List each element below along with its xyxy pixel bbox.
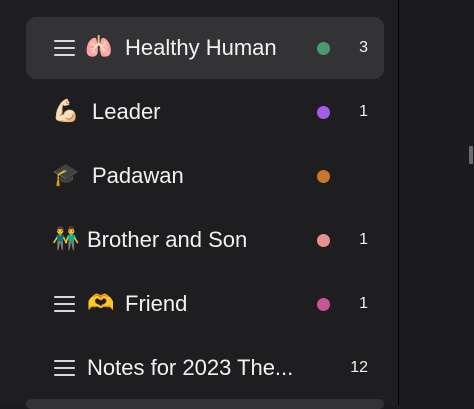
sidebar-item-friend[interactable]: 🫶 Friend 1 — [26, 273, 384, 335]
lungs-icon: 🫁 — [85, 35, 113, 60]
item-count: 3 — [359, 39, 368, 56]
resize-handle[interactable] — [469, 146, 473, 164]
item-count: 1 — [359, 295, 368, 312]
family-icon: 👬 — [52, 227, 80, 252]
next-item-partial[interactable] — [26, 399, 384, 409]
sidebar: 🫁 Healthy Human 3 💪🏻 Leader 1 🎓 Padawan … — [0, 0, 398, 409]
sidebar-item-label: Leader — [92, 99, 161, 124]
sidebar-item-label: Friend — [125, 291, 188, 316]
sidebar-item-healthy-human[interactable]: 🫁 Healthy Human 3 — [26, 17, 384, 79]
flexed-biceps-icon: 💪🏻 — [52, 99, 80, 124]
item-count: 1 — [359, 231, 368, 248]
color-dot — [317, 234, 330, 247]
color-dot — [317, 298, 330, 311]
sidebar-item-label: Brother and Son — [87, 227, 248, 252]
sidebar-item-notes-2023[interactable]: Notes for 2023 The... 12 — [26, 337, 384, 399]
sidebar-item-label: Healthy Human — [125, 35, 277, 60]
menu-icon — [54, 360, 76, 376]
heart-hands-icon: 🫶 — [87, 291, 115, 316]
item-count: 1 — [359, 103, 368, 120]
sidebar-item-label: Padawan — [92, 163, 184, 188]
menu-icon — [54, 296, 76, 312]
sidebar-item-leader[interactable]: 💪🏻 Leader 1 — [26, 81, 384, 143]
sidebar-item-label: Notes for 2023 The... — [87, 355, 294, 380]
color-dot — [317, 170, 330, 183]
sidebar-item-padawan[interactable]: 🎓 Padawan — [26, 145, 384, 207]
menu-icon — [54, 40, 76, 56]
color-dot — [317, 106, 330, 119]
graduation-cap-icon: 🎓 — [52, 163, 80, 188]
sidebar-item-brother-and-son[interactable]: 👬 Brother and Son 1 — [26, 209, 384, 271]
color-dot — [317, 42, 330, 55]
item-count: 12 — [350, 359, 368, 376]
main-pane — [399, 0, 474, 405]
